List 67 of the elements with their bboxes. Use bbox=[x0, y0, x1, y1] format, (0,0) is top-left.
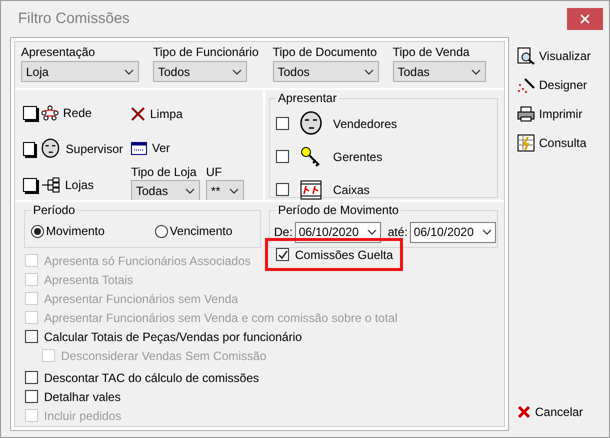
filter-dropdown[interactable]: Loja bbox=[21, 61, 139, 82]
state-dropdown[interactable]: ** bbox=[206, 180, 244, 201]
chevron-down-icon bbox=[366, 229, 377, 235]
filter-dropdown[interactable]: Todos bbox=[272, 61, 379, 82]
checkbox[interactable] bbox=[23, 178, 37, 192]
checkbox-label[interactable]: Detalhar vales bbox=[44, 388, 121, 406]
selector-label[interactable]: Rede bbox=[63, 104, 92, 122]
filter-dropdown[interactable]: Todos bbox=[153, 61, 247, 82]
toolbar-button[interactable]: Visualizar bbox=[517, 47, 601, 65]
field-label: De: bbox=[274, 224, 293, 241]
x-icon bbox=[517, 405, 531, 419]
chevron-down-icon bbox=[364, 68, 374, 74]
window-title: Filtro Comissões bbox=[18, 8, 130, 29]
checkbox-label[interactable]: Caixas bbox=[333, 180, 370, 198]
filter-label: Tipo de Funcionário bbox=[153, 44, 259, 61]
checkbox[interactable] bbox=[276, 150, 289, 163]
checkbox-label[interactable]: Vendedores bbox=[333, 114, 398, 132]
checkbox[interactable] bbox=[276, 248, 289, 261]
tree-icon bbox=[41, 177, 61, 193]
close-button[interactable] bbox=[567, 8, 603, 30]
field-label: Tipo de Loja bbox=[131, 164, 198, 180]
window-icon bbox=[131, 142, 147, 154]
chevron-down-icon bbox=[470, 68, 481, 74]
filter-label: Tipo de Venda bbox=[392, 44, 471, 61]
checkbox-label[interactable]: Comissões Guelta bbox=[295, 246, 394, 264]
checkbox[interactable] bbox=[23, 142, 35, 156]
action-button[interactable]: Ver bbox=[131, 140, 244, 156]
lightning-table-icon bbox=[517, 134, 535, 152]
date-field[interactable]: 06/10/2020 bbox=[410, 222, 496, 242]
filter-dropdown[interactable]: Todas bbox=[392, 61, 486, 82]
radio-button[interactable] bbox=[31, 224, 44, 238]
checkbox[interactable] bbox=[276, 183, 289, 196]
radio-button[interactable] bbox=[154, 224, 168, 238]
checkbox[interactable] bbox=[276, 117, 289, 130]
selector-label[interactable]: Supervisor bbox=[66, 140, 123, 158]
field-label: até: bbox=[388, 224, 408, 241]
selector-label[interactable]: Lojas bbox=[65, 176, 94, 194]
network-icon bbox=[41, 105, 59, 121]
x-icon bbox=[131, 107, 145, 121]
radio-label[interactable]: Vencimento bbox=[170, 222, 232, 240]
filter-label: Tipo de Documento bbox=[272, 44, 378, 61]
key-icon bbox=[300, 146, 322, 168]
filter-label: Apresentação bbox=[21, 44, 96, 61]
checkbox[interactable] bbox=[23, 106, 37, 120]
checkbox-label[interactable]: Calcular Totais de Peças/Vendas por funcionário bbox=[44, 328, 302, 346]
chevron-down-icon bbox=[185, 188, 195, 194]
wand-icon bbox=[517, 76, 535, 94]
store-type-dropdown[interactable]: Todas bbox=[131, 180, 200, 201]
toolbar-button[interactable]: Imprimir bbox=[517, 105, 601, 123]
field-label: UF bbox=[206, 164, 223, 180]
checkbox[interactable] bbox=[25, 390, 38, 403]
chevron-down-icon bbox=[482, 229, 492, 235]
radio-label[interactable]: Movimento bbox=[46, 222, 105, 240]
action-button[interactable]: Limpa bbox=[131, 106, 244, 122]
checkbox-label[interactable]: Gerentes bbox=[333, 148, 382, 166]
printer-icon bbox=[517, 106, 535, 122]
chevron-down-icon bbox=[229, 188, 239, 194]
close-icon bbox=[580, 14, 590, 24]
chevron-down-icon bbox=[124, 68, 134, 74]
chevron-down-icon bbox=[232, 68, 242, 74]
toolbar-button[interactable]: Designer bbox=[517, 76, 601, 94]
checkbox[interactable] bbox=[25, 371, 38, 384]
checkbox[interactable] bbox=[25, 330, 38, 343]
toolbar-button[interactable]: Consulta bbox=[517, 134, 601, 152]
checkbox-label[interactable]: Descontar TAC do cálculo de comissões bbox=[44, 368, 259, 386]
magnifier-page-icon bbox=[517, 47, 535, 65]
cancel-button[interactable]: Cancelar bbox=[517, 403, 601, 421]
